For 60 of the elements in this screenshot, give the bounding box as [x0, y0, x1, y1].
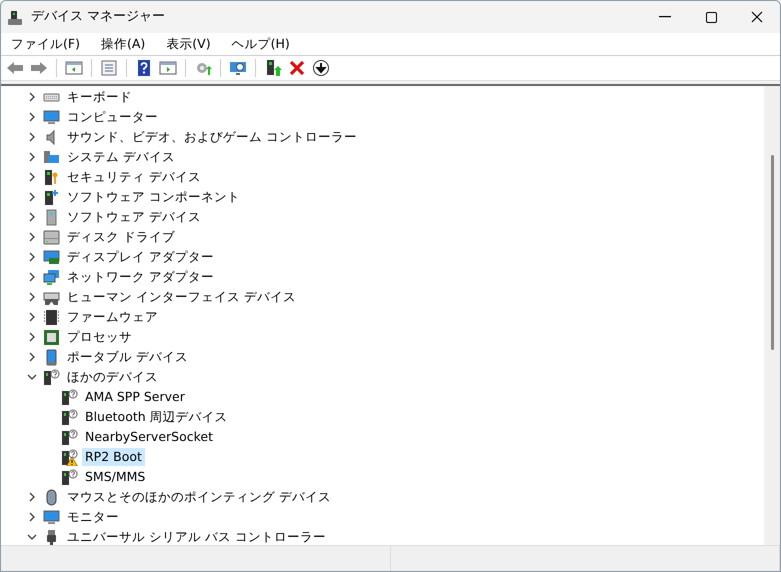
tree-item[interactable]: ほかのデバイス	[64, 368, 161, 386]
unknown-device-icon	[61, 408, 78, 426]
device-manager-icon	[7, 10, 23, 26]
scrollbar-thumb[interactable]	[771, 155, 774, 350]
tree-item[interactable]: セキュリティ デバイス	[64, 168, 204, 186]
tree-item[interactable]: ディスク ドライブ	[64, 228, 178, 246]
tree-item[interactable]: ソフトウェア デバイス	[64, 208, 204, 226]
tree-item[interactable]: システム デバイス	[64, 148, 178, 166]
tree-item[interactable]: マウスとそのほかのポインティング デバイス	[64, 488, 334, 506]
tree-item[interactable]: RP2 Boot	[82, 448, 145, 466]
menu-item[interactable]: 操作(A)	[94, 34, 152, 54]
tree-item[interactable]: ポータブル デバイス	[64, 348, 191, 366]
tree-item[interactable]: サウンド、ビデオ、およびゲーム コントローラー	[64, 128, 360, 146]
key-device-icon	[43, 168, 60, 186]
tree-item[interactable]: ソフトウェア コンポーネント	[64, 188, 243, 206]
panel-icon	[159, 59, 177, 77]
processor-icon	[43, 328, 60, 346]
unknown-device-icon	[43, 368, 60, 386]
menu-item[interactable]: 表示(V)	[160, 34, 217, 54]
close-icon	[751, 11, 763, 23]
window-title: デバイス マネージャー	[31, 8, 166, 26]
add-device-icon	[264, 59, 282, 77]
unknown-device-icon	[61, 468, 78, 486]
tree-item[interactable]: ファームウェア	[64, 308, 161, 326]
toolbar-button[interactable]	[311, 58, 331, 78]
monitor-icon	[43, 108, 60, 126]
tree-item[interactable]: モニター	[64, 508, 122, 526]
tree-item[interactable]: Bluetooth 周辺デバイス	[82, 408, 231, 426]
maximize-icon	[706, 12, 716, 22]
tree-item[interactable]: ヒューマン インターフェイス デバイス	[64, 288, 299, 306]
tree-item[interactable]: NearbyServerSocket	[82, 428, 216, 446]
properties-icon	[100, 59, 118, 77]
chip-icon	[43, 308, 60, 326]
display-adapter-icon	[43, 248, 60, 266]
scrollbar[interactable]	[764, 86, 780, 545]
tree-item[interactable]: SMS/MMS	[82, 468, 148, 486]
tree-item[interactable]: コンピューター	[64, 108, 161, 126]
tree-item[interactable]: ネットワーク アダプター	[64, 268, 217, 286]
unknown-device-icon	[61, 428, 78, 446]
tree-item[interactable]: ユニバーサル シリアル バス コントローラー	[64, 528, 329, 546]
component-icon	[43, 188, 60, 206]
disk-drive-icon	[43, 228, 60, 246]
tree-item[interactable]: プロセッサ	[64, 328, 135, 346]
monitor-icon	[43, 508, 60, 526]
back-icon	[6, 59, 24, 77]
network-icon	[43, 268, 60, 286]
tree-item[interactable]: ディスプレイ アダプター	[64, 248, 217, 266]
delete-icon	[288, 59, 306, 77]
help-icon	[135, 59, 153, 77]
unknown-device-icon	[61, 388, 78, 406]
menu-item[interactable]: ファイル(F)	[5, 34, 86, 54]
scan-monitor-icon	[229, 59, 247, 77]
tree-item[interactable]: AMA SPP Server	[82, 388, 188, 406]
computer-icon	[43, 148, 60, 166]
tree-item[interactable]: キーボード	[64, 88, 135, 106]
minimize-icon	[659, 16, 671, 18]
download-icon	[312, 59, 330, 77]
panel-icon	[65, 59, 83, 77]
forward-icon	[30, 59, 48, 77]
menu-item[interactable]: ヘルプ(H)	[226, 34, 296, 54]
